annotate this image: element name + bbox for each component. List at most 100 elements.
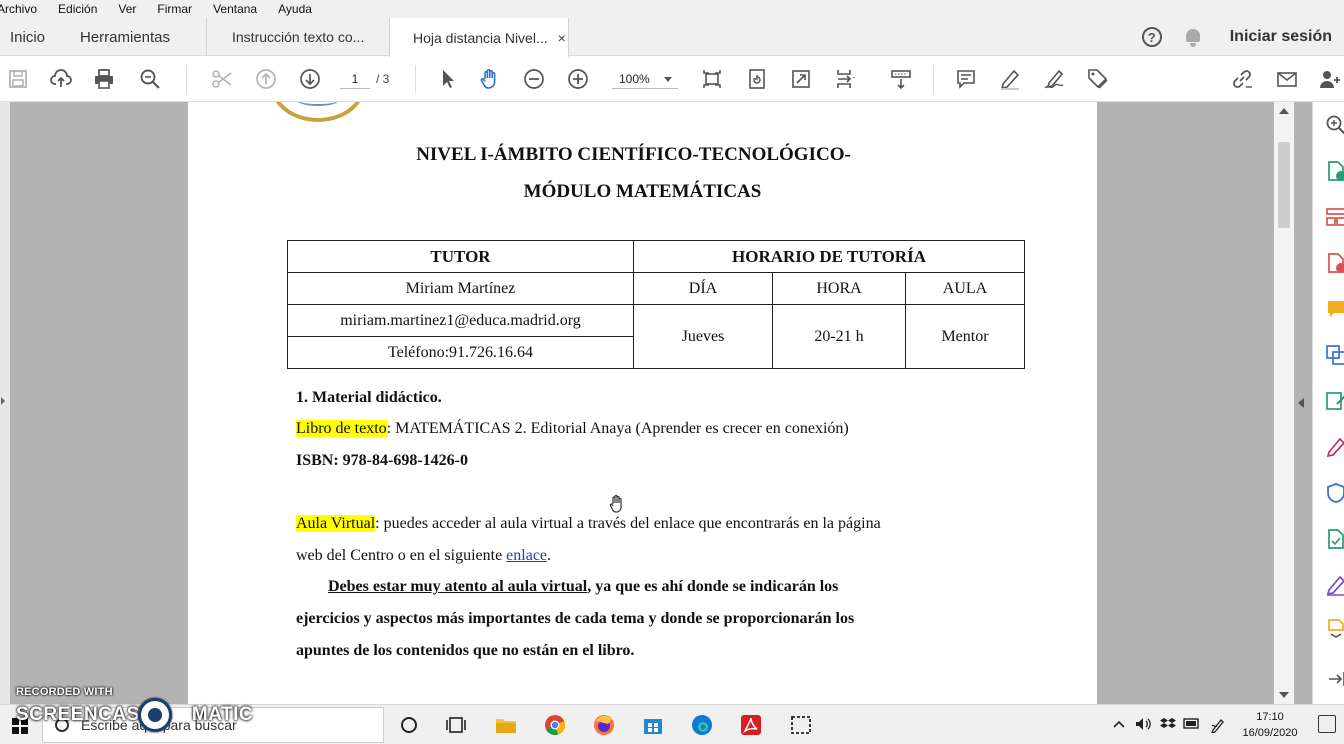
virtual-label: Aula Virtual: [296, 515, 376, 532]
prev-page-icon[interactable]: [254, 67, 278, 91]
scan-ocr-icon[interactable]: [1325, 528, 1344, 550]
document-page: NIVEL I-ÁMBITO CIENTÍFICO-TECNOLÓGICO- M…: [188, 102, 1097, 704]
notification-center-icon[interactable]: [1318, 715, 1336, 733]
print-icon[interactable]: [92, 67, 116, 91]
page-number-input[interactable]: 1: [340, 69, 370, 89]
menu-ver[interactable]: Ver: [118, 2, 143, 16]
tutor-phone: Teléfono:91.726.16.64: [287, 336, 634, 369]
textbook-label: Libro de texto: [296, 420, 387, 437]
tutor-table: TUTOR HORARIO DE TUTORÍA Miriam Martínez…: [287, 240, 1025, 369]
scroll-mode-icon[interactable]: [889, 67, 913, 91]
zoom-in-icon[interactable]: [566, 67, 590, 91]
save-icon[interactable]: [6, 67, 30, 91]
combine-files-icon[interactable]: [1325, 344, 1344, 366]
menu-edicion[interactable]: Edición: [58, 2, 104, 16]
fullscreen-icon[interactable]: [789, 67, 813, 91]
clock-date: 16/09/2020: [1242, 727, 1298, 739]
virtual-link[interactable]: enlace: [506, 547, 547, 564]
tutorial-hour: 20-21 h: [772, 304, 906, 369]
document-viewport[interactable]: NIVEL I-ÁMBITO CIENTÍFICO-TECNOLÓGICO- M…: [0, 102, 1312, 704]
pen-tray-icon[interactable]: [1210, 717, 1226, 736]
virtual-classroom-line: Aula Virtual: puedes acceder al aula vir…: [296, 515, 881, 533]
comment-icon[interactable]: [954, 67, 978, 91]
dropbox-icon[interactable]: [1160, 717, 1176, 734]
tutorial-room: Mentor: [905, 304, 1025, 369]
comment-tool-icon[interactable]: [1325, 298, 1344, 320]
firefox-icon[interactable]: [592, 713, 616, 737]
fill-sign-icon[interactable]: [1086, 67, 1110, 91]
tab-home[interactable]: Inicio: [10, 18, 45, 56]
protect-shield-icon[interactable]: [1325, 482, 1344, 504]
add-user-icon[interactable]: [1318, 67, 1342, 91]
textbook-line: Libro de texto: MATEMÁTICAS 2. Editorial…: [296, 420, 849, 438]
zoom-search-icon[interactable]: [1325, 114, 1344, 136]
more-tools-icon[interactable]: [1325, 616, 1344, 638]
network-icon[interactable]: [1183, 717, 1201, 734]
widgets-icon[interactable]: [444, 713, 468, 737]
page-display-icon[interactable]: [834, 67, 858, 91]
snipping-tool-icon[interactable]: [789, 713, 813, 737]
tutor-header: TUTOR: [287, 240, 634, 273]
taskbar-clock[interactable]: 17:10 16/09/2020: [1240, 709, 1300, 741]
virtual-text-2: web del Centro o en el siguiente: [296, 547, 507, 564]
scroll-down-icon[interactable]: [1279, 692, 1289, 698]
draw-signature-icon[interactable]: [1042, 67, 1066, 91]
menu-ayuda[interactable]: Ayuda: [278, 2, 319, 16]
task-view-icon[interactable]: [398, 713, 422, 737]
rotate-page-icon[interactable]: [745, 67, 769, 91]
highlight-pen-icon[interactable]: [998, 67, 1022, 91]
collapse-pane-icon[interactable]: [1298, 398, 1304, 408]
request-signature-icon[interactable]: [1325, 574, 1344, 596]
col-hour: HORA: [772, 272, 906, 305]
vertical-scrollbar[interactable]: [1274, 102, 1294, 704]
zoom-select[interactable]: 100%: [612, 69, 678, 89]
search-icon[interactable]: [138, 67, 162, 91]
collapse-tools-icon[interactable]: [1325, 668, 1344, 690]
clock-time: 17:10: [1256, 711, 1284, 723]
scrollbar-thumb[interactable]: [1278, 142, 1290, 228]
cloud-upload-icon[interactable]: [49, 67, 73, 91]
file-explorer-icon[interactable]: [494, 713, 518, 737]
fill-sign-tool-icon[interactable]: [1325, 436, 1344, 458]
help-icon[interactable]: ?: [1141, 27, 1162, 47]
fit-page-icon[interactable]: [700, 67, 724, 91]
chevron-right-icon: [1, 397, 5, 405]
left-panel-toggle[interactable]: [0, 102, 10, 704]
bell-icon[interactable]: [1184, 27, 1202, 47]
tab-document-2[interactable]: Hoja distancia Nivel... ×: [389, 18, 569, 57]
edge-icon[interactable]: [690, 713, 714, 737]
link-icon[interactable]: [1230, 67, 1254, 91]
menu-ventana[interactable]: Ventana: [213, 2, 264, 16]
tutor-email: miriam.martinez1@educa.madrid.org: [287, 304, 634, 337]
chevron-down-icon: [664, 77, 672, 82]
menu-archivo[interactable]: Archivo: [0, 2, 44, 16]
create-pdf-icon[interactable]: [1325, 252, 1344, 274]
toolbar: 1 / 3 100%: [0, 57, 1344, 102]
volume-icon[interactable]: [1135, 717, 1153, 734]
app-store-icon[interactable]: [641, 713, 665, 737]
tab-tools-label: Herramientas: [80, 28, 171, 46]
email-icon[interactable]: [1275, 67, 1299, 91]
signin-button[interactable]: Iniciar sesión: [1230, 28, 1332, 46]
virtual-classroom-line-2: web del Centro o en el siguiente enlace.: [296, 547, 551, 565]
zoom-out-icon[interactable]: [522, 67, 546, 91]
tab-tools[interactable]: Herramientas: [80, 18, 170, 56]
scroll-up-icon[interactable]: [1279, 108, 1289, 114]
page-total: / 3: [376, 72, 390, 86]
warning-rest: , ya que es ahí donde se indicarán los: [587, 578, 839, 595]
export-pdf-icon[interactable]: [1325, 160, 1344, 182]
select-cursor-icon[interactable]: [436, 67, 460, 91]
scissors-icon[interactable]: [210, 67, 234, 91]
next-page-icon[interactable]: [298, 67, 322, 91]
chrome-icon[interactable]: [543, 713, 567, 737]
watermark-line-1: RECORDED WITH: [16, 686, 113, 698]
acrobat-icon[interactable]: [739, 713, 763, 737]
virtual-text: : puedes acceder al aula virtual a travé…: [375, 515, 881, 532]
menu-firmar[interactable]: Firmar: [157, 2, 199, 16]
close-icon[interactable]: ×: [558, 30, 566, 46]
hand-tool-icon[interactable]: [478, 67, 502, 91]
tab-document-1[interactable]: Instrucción texto co...: [206, 18, 390, 56]
tray-chevron-up-icon[interactable]: [1112, 717, 1126, 734]
organize-pages-icon[interactable]: [1325, 206, 1344, 228]
edit-pdf-icon[interactable]: [1325, 390, 1344, 412]
